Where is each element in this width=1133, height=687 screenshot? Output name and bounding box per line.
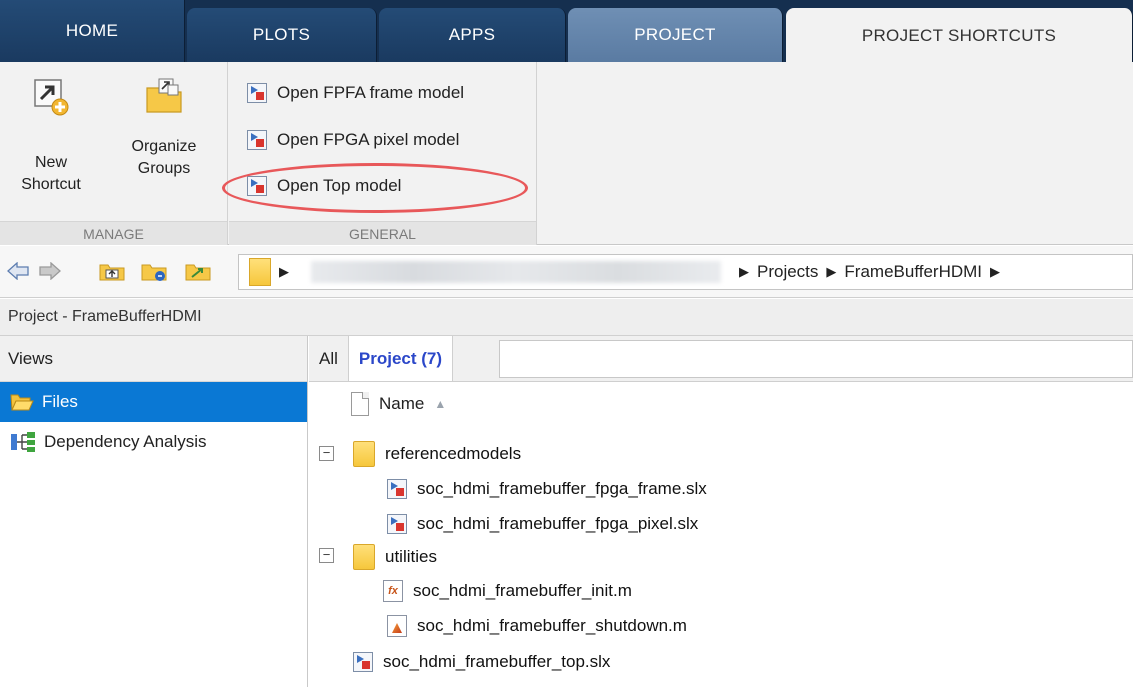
dependency-graph-icon <box>11 432 35 452</box>
simulink-model-icon <box>247 176 267 196</box>
shortcut-open-top-model[interactable]: Open Top model <box>247 171 401 201</box>
tree-row-label: soc_hdmi_framebuffer_fpga_pixel.slx <box>417 514 699 533</box>
simulink-model-icon <box>387 479 407 499</box>
shortcut-label: Open Top model <box>277 176 402 195</box>
breadcrumb-separator-icon: ▶ <box>739 264 749 279</box>
collapse-toggle-icon[interactable]: − <box>319 548 334 563</box>
address-bar: ▶ ▶ Projects ▶ FrameBufferHDMI ▶ <box>0 246 1133 298</box>
breadcrumb-separator-icon: ▶ <box>279 264 289 279</box>
simulink-model-icon <box>353 652 373 672</box>
organize-groups-label-2: Groups <box>137 160 191 177</box>
simulink-model-icon <box>247 130 267 150</box>
organize-groups-icon <box>146 78 182 113</box>
tree-row-utilities[interactable]: utilities <box>353 540 437 574</box>
simulink-model-icon <box>387 514 407 534</box>
breadcrumb-framebufferhdmi[interactable]: FrameBufferHDMI <box>844 262 982 282</box>
breadcrumb-separator-icon: ▶ <box>826 264 837 279</box>
ribbon: New Shortcut Organize Groups MANAGE Open… <box>0 62 1133 245</box>
breadcrumb-projects[interactable]: Projects <box>757 262 818 282</box>
name-column-header[interactable]: Name ▲ <box>309 382 1133 426</box>
tab-project[interactable]: PROJECT <box>568 8 783 62</box>
folder-icon <box>249 258 271 286</box>
tree-row-label: referencedmodels <box>385 444 522 463</box>
folder-icon <box>353 441 375 467</box>
back-arrow-icon[interactable] <box>4 258 32 284</box>
manage-caption: MANAGE <box>0 221 227 245</box>
tab-project-files[interactable]: Project (7) <box>347 336 454 381</box>
tree-row-fpga-frame[interactable]: soc_hdmi_framebuffer_fpga_frame.slx <box>387 472 707 506</box>
files-panel: All Project (7) Name ▲ − referencedmodel… <box>309 336 1133 687</box>
tab-plots[interactable]: PLOTS <box>187 8 377 62</box>
folder-icon <box>353 544 375 570</box>
views-panel: Views Files Dependency Analysis <box>0 336 308 687</box>
tree-row-referencedmodels[interactable]: referencedmodels <box>353 437 521 471</box>
new-shortcut-label-1: New <box>34 154 67 171</box>
project-title: Project - FrameBufferHDMI <box>0 299 1133 336</box>
tree-row-fpga-pixel[interactable]: soc_hdmi_framebuffer_fpga_pixel.slx <box>387 507 698 541</box>
name-column-label: Name <box>379 394 425 413</box>
tree-row-init[interactable]: fx soc_hdmi_framebuffer_init.m <box>383 574 632 608</box>
forward-arrow-icon[interactable] <box>36 258 64 284</box>
tree-row-label: utilities <box>385 547 437 566</box>
open-folder-icon <box>10 394 34 411</box>
blurred-path <box>311 261 721 283</box>
tree-row-label: soc_hdmi_framebuffer_init.m <box>413 581 632 600</box>
view-item-files[interactable]: Files <box>0 382 307 422</box>
new-shortcut-label-2: Shortcut <box>21 176 81 193</box>
shortcut-open-fpfa-frame-model[interactable]: Open FPFA frame model <box>247 78 464 108</box>
tree-row-label: soc_hdmi_framebuffer_shutdown.m <box>417 616 687 635</box>
current-folder-path[interactable]: ▶ ▶ Projects ▶ FrameBufferHDMI ▶ <box>238 254 1133 290</box>
tree-row-label: soc_hdmi_framebuffer_top.slx <box>383 652 611 671</box>
tab-project-shortcuts[interactable]: PROJECT SHORTCUTS <box>786 8 1133 64</box>
tree-row-top[interactable]: soc_hdmi_framebuffer_top.slx <box>353 645 610 679</box>
tree-row-shutdown[interactable]: soc_hdmi_framebuffer_shutdown.m <box>387 609 687 643</box>
breadcrumb-separator-icon: ▶ <box>990 264 1001 279</box>
file-type-icon <box>351 392 369 416</box>
new-shortcut-icon <box>34 79 69 116</box>
shortcut-label: Open FPGA pixel model <box>277 130 460 149</box>
script-file-icon <box>387 615 407 637</box>
new-shortcut-button[interactable]: New Shortcut <box>6 76 96 196</box>
find-folder-icon[interactable] <box>184 258 212 284</box>
simulink-model-icon <box>247 83 267 103</box>
ribbon-section-general: Open FPFA frame model Open FPGA pixel mo… <box>229 62 537 245</box>
function-file-icon: fx <box>383 580 403 602</box>
view-item-label: Files <box>42 392 78 411</box>
sort-ascending-icon: ▲ <box>434 397 447 411</box>
toolstrip-tabbar: HOME PLOTS APPS PROJECT PROJECT SHORTCUT… <box>0 0 1133 64</box>
browse-folder-icon[interactable] <box>140 258 168 284</box>
tab-all[interactable]: All <box>309 336 348 381</box>
tab-home[interactable]: HOME <box>0 0 185 62</box>
ribbon-section-manage: New Shortcut Organize Groups MANAGE <box>0 62 228 245</box>
file-filter-area[interactable] <box>499 340 1133 378</box>
shortcut-open-fpga-pixel-model[interactable]: Open FPGA pixel model <box>247 125 459 155</box>
views-header: Views <box>0 336 307 382</box>
view-item-label: Dependency Analysis <box>44 432 207 451</box>
view-item-dependency-analysis[interactable]: Dependency Analysis <box>0 422 307 462</box>
tree-row-label: soc_hdmi_framebuffer_fpga_frame.slx <box>417 479 707 498</box>
shortcut-label: Open FPFA frame model <box>277 83 465 102</box>
general-caption: GENERAL <box>229 221 536 245</box>
organize-groups-label-1: Organize <box>131 138 197 155</box>
tab-apps[interactable]: APPS <box>379 8 566 62</box>
organize-groups-button[interactable]: Organize Groups <box>110 76 218 180</box>
files-tabstrip: All Project (7) <box>309 336 1133 382</box>
folder-up-icon[interactable] <box>98 258 126 284</box>
collapse-toggle-icon[interactable]: − <box>319 446 334 461</box>
